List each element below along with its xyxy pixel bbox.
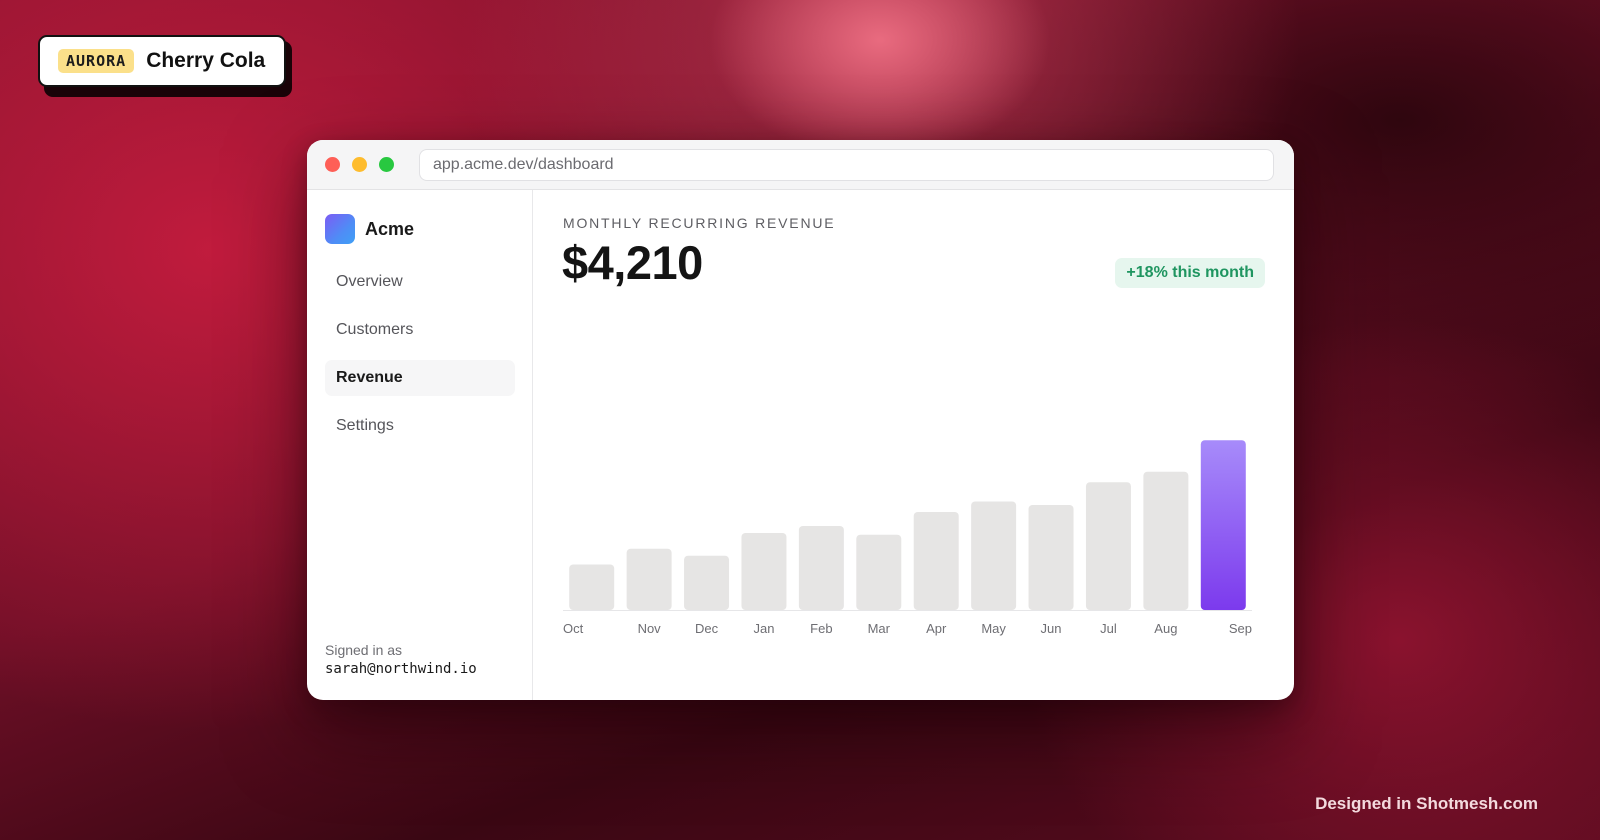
- app-body: Acme Overview Customers Revenue Settings…: [307, 190, 1294, 700]
- title-bar: app.acme.dev/dashboard: [307, 140, 1294, 190]
- bar-sep: [1200, 440, 1246, 610]
- tick-label-jul: Jul: [1100, 621, 1117, 636]
- sidebar-item-customers[interactable]: Customers: [325, 312, 515, 348]
- sidebar-item-revenue[interactable]: Revenue: [325, 360, 515, 396]
- brand-logo-icon: [325, 214, 355, 244]
- signed-in-info: Signed in as sarah@northwind.io: [325, 642, 477, 677]
- bar-oct: [569, 564, 615, 610]
- theme-label: AURORA Cherry Cola: [38, 35, 292, 97]
- main-content: MONTHLY RECURRING REVENUE $4,210 +18% th…: [533, 190, 1294, 700]
- bar-aug: [1143, 471, 1189, 610]
- signed-in-email: sarah@northwind.io: [325, 661, 477, 677]
- tick-label-apr: Apr: [926, 621, 947, 636]
- footer-credit: Designed in Shotmesh.com: [1315, 794, 1538, 813]
- tick-label-dec: Dec: [695, 621, 719, 636]
- tick-label-oct: Oct: [563, 621, 584, 636]
- sidebar-item-overview[interactable]: Overview: [325, 264, 515, 300]
- tick-label-feb: Feb: [810, 621, 832, 636]
- brand-name: Acme: [365, 218, 415, 239]
- bar-apr: [913, 512, 959, 610]
- theme-name: Cherry Cola: [146, 49, 266, 72]
- brand[interactable]: Acme: [325, 214, 414, 244]
- sidebar-nav: Overview Customers Revenue Settings: [325, 264, 515, 456]
- tick-label-sep: Sep: [1229, 621, 1252, 636]
- bar-nov: [626, 548, 672, 610]
- bar-may: [971, 501, 1017, 610]
- close-window-button[interactable]: [325, 157, 340, 172]
- bar-mar: [856, 534, 902, 610]
- browser-window: app.acme.dev/dashboard Acme Overview Cus…: [307, 140, 1294, 700]
- sidebar-item-settings[interactable]: Settings: [325, 408, 515, 444]
- bar-dec: [684, 555, 730, 610]
- address-bar[interactable]: app.acme.dev/dashboard: [419, 149, 1274, 181]
- tick-label-aug: Aug: [1154, 621, 1177, 636]
- tick-label-may: May: [981, 621, 1006, 636]
- theme-badge: AURORA: [58, 49, 135, 73]
- tick-label-jun: Jun: [1041, 621, 1062, 636]
- tick-label-jan: Jan: [753, 621, 774, 636]
- maximize-window-button[interactable]: [379, 157, 394, 172]
- sidebar: Acme Overview Customers Revenue Settings…: [307, 190, 533, 700]
- bar-jul: [1085, 482, 1131, 610]
- minimize-window-button[interactable]: [352, 157, 367, 172]
- revenue-bar-chart: Oct Nov Dec Jan Feb Mar Apr May Jun Jul Aug Sep: [563, 440, 1252, 636]
- tick-label-mar: Mar: [868, 621, 891, 636]
- signed-in-label: Signed in as: [325, 642, 403, 658]
- theme-label-card: AURORA Cherry Cola: [38, 35, 286, 87]
- bar-feb: [798, 526, 844, 610]
- bar-jun: [1028, 505, 1074, 610]
- bar-jan: [741, 533, 787, 610]
- tick-label-nov: Nov: [638, 621, 662, 636]
